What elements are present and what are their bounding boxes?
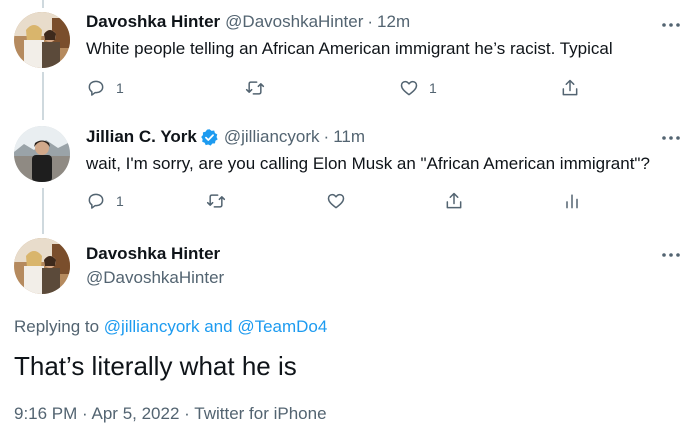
reply-button[interactable]: 1: [86, 191, 124, 211]
retweet-icon: [245, 81, 265, 95]
display-name[interactable]: Davoshka Hinter: [86, 12, 220, 32]
tweet-text: That’s literally what he is: [14, 351, 297, 381]
reply-button[interactable]: 1: [86, 78, 124, 98]
like-count: 1: [429, 80, 437, 96]
tweet-time[interactable]: 9:16 PM: [14, 404, 77, 423]
reply-icon: [88, 193, 104, 209]
tweet[interactable]: Jillian C. York @jilliancyork · 11m wait…: [86, 127, 688, 174]
share-icon: [446, 192, 462, 209]
share-button[interactable]: [444, 191, 464, 211]
thread-line: [42, 72, 44, 120]
tweet-header: Jillian C. York @jilliancyork · 11m: [86, 127, 688, 147]
tweet-text: White people telling an African American…: [86, 39, 613, 58]
timestamp[interactable]: 12m: [377, 12, 410, 32]
retweet-button[interactable]: [245, 78, 275, 98]
thread-line: [42, 188, 44, 234]
reply-count: 1: [116, 193, 124, 209]
share-button[interactable]: [560, 78, 580, 98]
display-name[interactable]: Davoshka Hinter: [86, 244, 220, 264]
replying-to-label: Replying to: [14, 317, 100, 336]
separator-dot: ·: [184, 404, 190, 423]
analytics-icon: [566, 194, 578, 209]
more-options-icon[interactable]: [660, 20, 682, 30]
mention-link[interactable]: @TeamDo4: [237, 317, 327, 336]
verified-badge-icon: [201, 128, 218, 146]
tweet-header: Davoshka Hinter @DavoshkaHinter · 12m: [86, 12, 688, 32]
separator-dot: ·: [82, 404, 88, 423]
handle[interactable]: @jilliancyork: [224, 127, 320, 147]
replying-to: Replying to @jilliancyork and @TeamDo4: [14, 317, 327, 337]
analytics-button[interactable]: [562, 191, 582, 211]
like-button[interactable]: 1: [399, 78, 437, 98]
more-options-icon[interactable]: [660, 250, 682, 260]
handle[interactable]: @DavoshkaHinter: [86, 268, 224, 288]
more-options-icon[interactable]: [660, 133, 682, 143]
heart-icon: [327, 193, 345, 209]
avatar[interactable]: [14, 12, 70, 68]
tweet[interactable]: Davoshka Hinter @DavoshkaHinter · 12m Wh…: [86, 12, 688, 59]
avatar[interactable]: [14, 238, 70, 294]
like-button[interactable]: [326, 191, 356, 211]
retweet-icon: [206, 194, 226, 208]
timestamp[interactable]: 11m: [333, 127, 365, 147]
tweet-meta: 9:16 PM · Apr 5, 2022 · Twitter for iPho…: [14, 404, 327, 424]
retweet-button[interactable]: [206, 191, 236, 211]
share-icon: [562, 79, 578, 96]
avatar[interactable]: [14, 126, 70, 182]
display-name[interactable]: Jillian C. York: [86, 127, 197, 147]
mention-link[interactable]: @jilliancyork: [104, 317, 200, 336]
and-label[interactable]: and: [204, 317, 232, 336]
reply-count: 1: [116, 80, 124, 96]
tweet-date[interactable]: Apr 5, 2022: [92, 404, 180, 423]
tweet-source[interactable]: Twitter for iPhone: [194, 404, 326, 423]
separator-dot: ·: [323, 127, 330, 146]
reply-icon: [88, 80, 104, 96]
tweet-text: wait, I'm sorry, are you calling Elon Mu…: [86, 154, 650, 173]
separator-dot: ·: [367, 12, 374, 31]
heart-icon: [400, 80, 418, 96]
thread-line: [42, 0, 44, 8]
handle[interactable]: @DavoshkaHinter: [225, 12, 363, 32]
